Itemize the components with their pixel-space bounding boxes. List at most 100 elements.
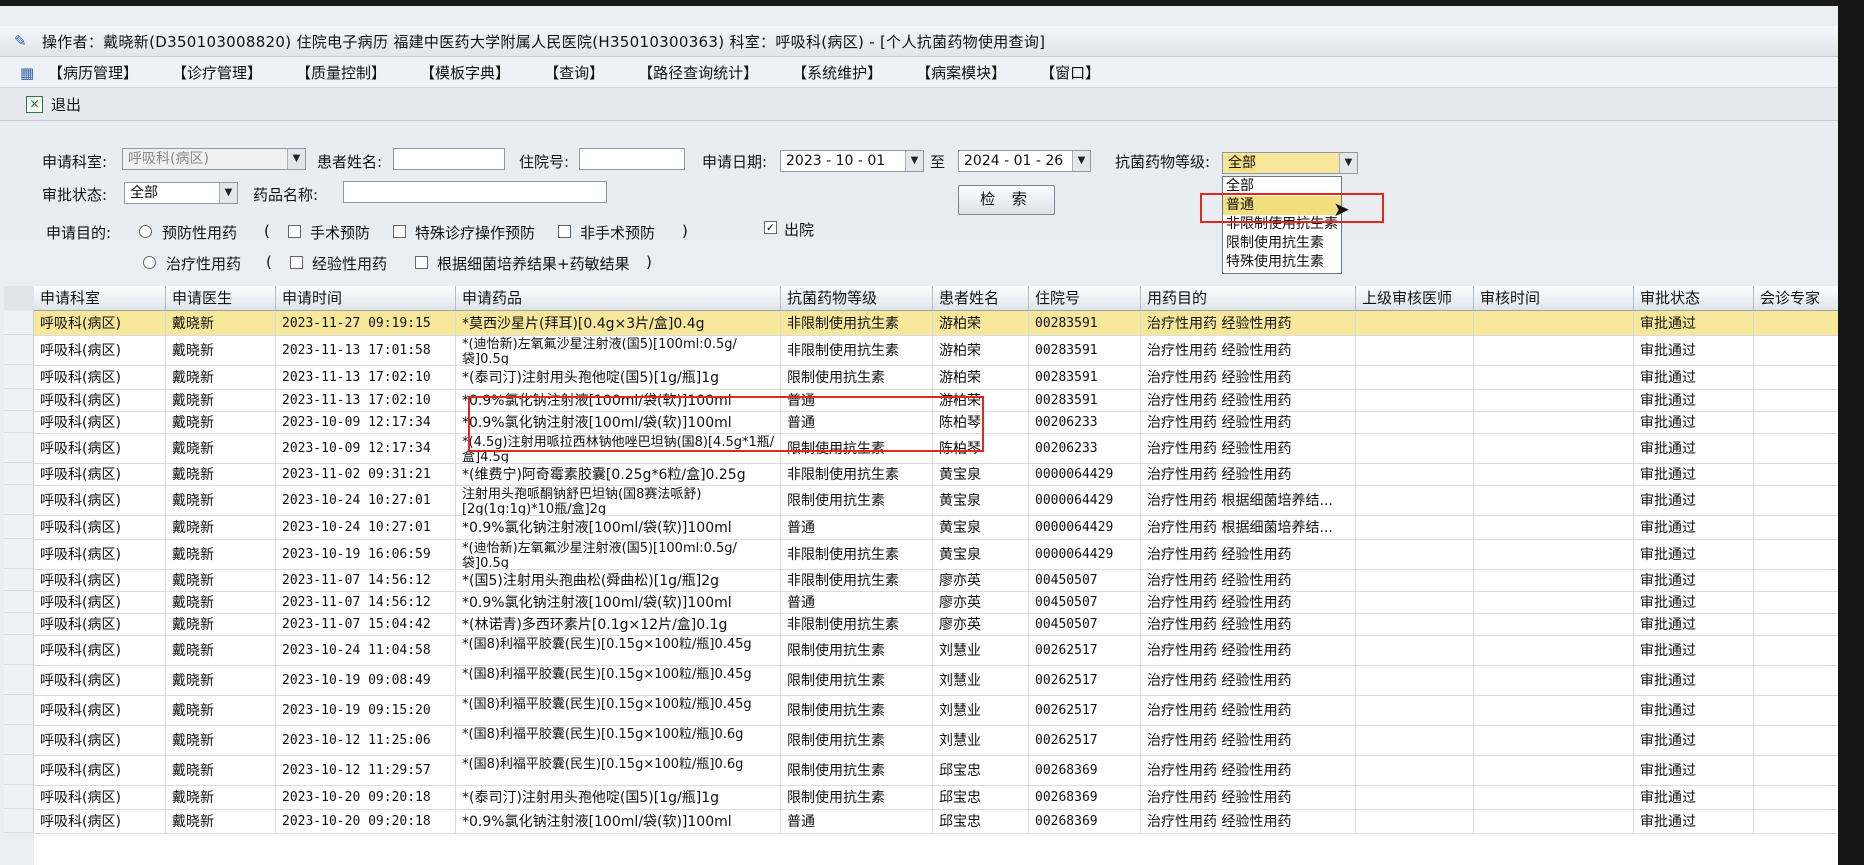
highlight-box-rows: [468, 396, 984, 452]
table-row[interactable]: 呼吸科(病区) 戴晓新 2023-10-24 10:27:01 *0.9%氯化钠注射液…: [4, 515, 1864, 540]
chevron-down-icon[interactable]: ▼: [219, 183, 237, 203]
table-row[interactable]: 呼吸科(病区) 戴晓新 2023-11-07 14:56:12 *0.9%氯化钠注射液…: [4, 591, 1864, 614]
cell-time: 2023-10-09 12:17:34: [276, 411, 456, 433]
row-selector[interactable]: [4, 433, 34, 463]
column-header-status[interactable]: 审批状态: [1634, 286, 1754, 310]
grid-corner: [4, 286, 35, 310]
drug-name-input[interactable]: [343, 181, 607, 203]
column-header-doctor[interactable]: 申请医生: [166, 286, 276, 310]
column-header-purpose[interactable]: 用药目的: [1141, 286, 1356, 310]
culture-label: 根据细菌培养结果+药敏结果: [437, 255, 630, 273]
table-row[interactable]: 呼吸科(病区) 戴晓新 2023-10-12 11:25:06 *(国8)利福平胶囊(…: [4, 725, 1864, 756]
row-selector[interactable]: [4, 755, 34, 785]
row-selector[interactable]: [4, 335, 34, 365]
cell-doctor: 戴晓新: [166, 411, 276, 433]
special-procedure-checkbox[interactable]: [393, 225, 406, 238]
search-button[interactable]: 检 索: [958, 185, 1055, 215]
chevron-down-icon[interactable]: ▼: [905, 151, 923, 171]
menu-app-icon[interactable]: ▦: [20, 64, 38, 82]
row-selector[interactable]: [4, 635, 34, 665]
menu-item-records[interactable]: 【病历管理】: [48, 62, 138, 83]
approval-select[interactable]: 全部 ▼: [124, 182, 238, 204]
cell-status: 审批通过: [1634, 311, 1754, 335]
row-selector[interactable]: [4, 785, 34, 809]
cell-grade: 普通: [781, 515, 933, 539]
admission-number-input[interactable]: [579, 148, 685, 170]
row-selector[interactable]: [4, 311, 34, 335]
discharge-checkbox[interactable]: ✓: [764, 221, 777, 234]
date-from-picker[interactable]: 2023 - 10 - 01 ▼: [780, 150, 924, 172]
table-row[interactable]: 呼吸科(病区) 戴晓新 2023-11-07 15:04:42 *(林诺青)多西环素片…: [4, 613, 1864, 636]
table-row[interactable]: 呼吸科(病区) 戴晓新 2023-10-19 09:08:49 *(国8)利福平胶囊(…: [4, 665, 1864, 696]
cell-review-time: [1474, 311, 1634, 335]
exit-button[interactable]: ✕ 退出: [26, 94, 81, 115]
table-row[interactable]: 呼吸科(病区) 戴晓新 2023-11-02 09:31:21 *(维费宁)阿奇霉素胶…: [4, 463, 1864, 486]
cell-purpose: 治疗性用药 经验性用药: [1141, 433, 1356, 463]
table-row[interactable]: 呼吸科(病区) 戴晓新 2023-10-20 09:20:18 *(泰司汀)注射用头孢…: [4, 785, 1864, 810]
surgery-checkbox[interactable]: [288, 225, 301, 238]
chevron-down-icon[interactable]: ▼: [1072, 151, 1090, 171]
column-header-time[interactable]: 申请时间: [276, 286, 456, 310]
column-header-patient[interactable]: 患者姓名: [933, 286, 1029, 310]
row-selector[interactable]: [4, 695, 34, 725]
culture-checkbox[interactable]: [415, 256, 428, 269]
row-selector[interactable]: [4, 365, 34, 389]
menu-item-quality[interactable]: 【质量控制】: [296, 62, 386, 83]
row-selector[interactable]: [4, 411, 34, 433]
table-row[interactable]: 呼吸科(病区) 戴晓新 2023-11-27 09:19:15 *莫西沙星片(拜耳)[…: [4, 311, 1864, 336]
column-header-admission[interactable]: 住院号: [1029, 286, 1141, 310]
row-selector[interactable]: [4, 463, 34, 485]
cell-status: 审批通过: [1634, 635, 1754, 665]
cell-admission: 00262517: [1029, 665, 1141, 695]
row-selector[interactable]: [4, 389, 34, 411]
patient-name-input[interactable]: [393, 148, 505, 170]
table-row[interactable]: 呼吸科(病区) 戴晓新 2023-10-19 16:06:59 *(迪怡新)左氧氟沙星…: [4, 539, 1864, 570]
table-row[interactable]: 呼吸科(病区) 戴晓新 2023-11-13 17:02:10 *(泰司汀)注射用头孢…: [4, 365, 1864, 390]
cell-dept: 呼吸科(病区): [34, 433, 166, 463]
row-selector[interactable]: [4, 809, 34, 833]
row-selector[interactable]: [4, 515, 34, 539]
table-row[interactable]: 呼吸科(病区) 戴晓新 2023-10-19 09:15:20 *(国8)利福平胶囊(…: [4, 695, 1864, 726]
chevron-down-icon[interactable]: ▼: [1339, 153, 1357, 173]
cell-grade: 非限制使用抗生素: [781, 463, 933, 485]
grade-option-special[interactable]: 特殊使用抗生素: [1223, 253, 1341, 272]
menu-item-system[interactable]: 【系统维护】: [792, 62, 882, 83]
row-selector[interactable]: [4, 613, 34, 635]
column-header-drug[interactable]: 申请药品: [456, 286, 781, 310]
column-header-reviewer[interactable]: 上级审核医师: [1356, 286, 1474, 310]
cell-admission: 00268369: [1029, 809, 1141, 833]
menu-item-window[interactable]: 【窗口】: [1040, 62, 1100, 83]
column-header-dept[interactable]: 申请科室: [34, 286, 166, 310]
row-selector[interactable]: [4, 569, 34, 591]
column-header-review-time[interactable]: 审核时间: [1474, 286, 1634, 310]
date-to-picker[interactable]: 2024 - 01 - 26 ▼: [958, 150, 1091, 172]
row-selector[interactable]: [4, 665, 34, 695]
menu-item-pathway-stats[interactable]: 【路径查询统计】: [638, 62, 758, 83]
row-selector[interactable]: [4, 485, 34, 515]
menu-item-case-module[interactable]: 【病案模块】: [916, 62, 1006, 83]
menu-item-query[interactable]: 【查询】: [544, 62, 604, 83]
table-row[interactable]: 呼吸科(病区) 戴晓新 2023-10-24 10:27:01 注射用头孢哌酮钠舒巴坦…: [4, 485, 1864, 516]
menu-item-templates[interactable]: 【模板字典】: [420, 62, 510, 83]
menu-bar: ▦ 【病历管理】 【诊疗管理】 【质量控制】 【模板字典】 【查询】 【路径查询…: [0, 57, 1864, 88]
row-selector[interactable]: [4, 725, 34, 755]
table-row[interactable]: 呼吸科(病区) 戴晓新 2023-10-12 11:29:57 *(国8)利福平胶囊(…: [4, 755, 1864, 786]
cell-purpose: 治疗性用药 经验性用药: [1141, 539, 1356, 569]
cell-drug: *0.9%氯化钠注射液[100ml/袋(软)]100ml: [456, 809, 781, 833]
menu-item-treatment[interactable]: 【诊疗管理】: [172, 62, 262, 83]
column-header-grade[interactable]: 抗菌药物等级: [781, 286, 933, 310]
row-selector[interactable]: [4, 591, 34, 613]
prophylactic-radio[interactable]: [139, 225, 152, 238]
cell-reviewer: [1356, 569, 1474, 591]
table-row[interactable]: 呼吸科(病区) 戴晓新 2023-11-07 14:56:12 *(国5)注射用头孢曲…: [4, 569, 1864, 592]
empirical-checkbox[interactable]: [290, 256, 303, 269]
grade-option-restricted[interactable]: 限制使用抗生素: [1223, 234, 1341, 253]
cell-reviewer: [1356, 389, 1474, 411]
row-selector[interactable]: [4, 539, 34, 569]
therapeutic-radio[interactable]: [143, 256, 156, 269]
table-row[interactable]: 呼吸科(病区) 戴晓新 2023-10-20 09:20:18 *0.9%氯化钠注射液…: [4, 809, 1864, 834]
nonsurgery-checkbox[interactable]: [558, 225, 571, 238]
table-row[interactable]: 呼吸科(病区) 戴晓新 2023-11-13 17:01:58 *(迪怡新)左氧氟沙星…: [4, 335, 1864, 366]
grade-select[interactable]: 全部 ▼: [1222, 152, 1358, 174]
table-row[interactable]: 呼吸科(病区) 戴晓新 2023-10-24 11:04:58 *(国8)利福平胶囊(…: [4, 635, 1864, 666]
